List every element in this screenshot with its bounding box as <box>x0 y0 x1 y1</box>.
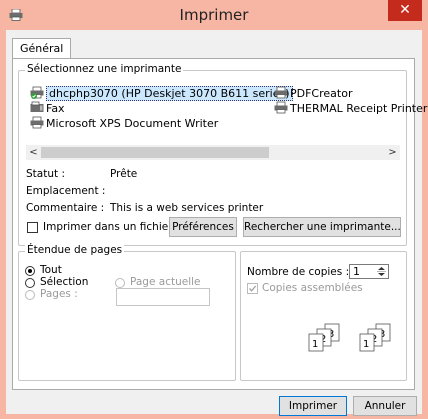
printer-selection-label: Sélectionnez une imprimante <box>25 63 184 75</box>
window-title: Imprimer <box>179 6 249 24</box>
radio-pages[interactable] <box>25 290 35 300</box>
radio-current-page-label: Page actuelle <box>130 276 201 288</box>
radio-selected-dot <box>28 269 32 273</box>
location-label: Emplacement : <box>26 185 106 197</box>
print-button[interactable]: Imprimer <box>279 396 347 416</box>
printer-name: Fax <box>46 102 65 115</box>
default-printer-icon <box>30 86 44 99</box>
printer-item-thermal[interactable]: THERMAL Receipt Printer <box>274 101 427 116</box>
print-to-file-label: Imprimer dans un fichier <box>43 221 173 233</box>
copies-label: Nombre de copies : <box>247 266 350 278</box>
printer-icon <box>274 101 288 114</box>
tab-page-general: Sélectionnez une imprimante dhcphp3070 (… <box>12 58 427 390</box>
collate-checkbox[interactable] <box>247 283 258 294</box>
fax-icon <box>30 101 44 112</box>
svg-text:1: 1 <box>312 339 318 350</box>
printer-item-hp[interactable]: dhcphp3070 (HP Deskjet 3070 B611 series) <box>30 86 293 101</box>
comment-label: Commentaire : <box>26 202 105 214</box>
cancel-button[interactable]: Annuler <box>353 396 417 416</box>
preferences-button[interactable]: Préférences <box>169 217 237 237</box>
printer-icon <box>30 116 44 129</box>
radio-pages-label: Pages : <box>40 288 78 300</box>
scrollbar-thumb[interactable] <box>41 147 269 158</box>
scroll-right-icon[interactable]: > <box>385 145 400 160</box>
copies-value: 1 <box>353 265 360 278</box>
svg-text:1: 1 <box>363 339 369 350</box>
pages-input[interactable] <box>116 288 210 306</box>
printer-list[interactable]: dhcphp3070 (HP Deskjet 3070 B611 series)… <box>26 83 427 143</box>
copies-group: Nombre de copies : 1 Copies assemblées 1… <box>240 251 407 381</box>
printer-item-xps[interactable]: Microsoft XPS Document Writer <box>30 116 218 131</box>
printer-name: Microsoft XPS Document Writer <box>46 117 219 130</box>
printer-item-fax[interactable]: Fax <box>30 101 65 116</box>
page-range-group: Étendue de pages Tout Sélection Page act… <box>18 244 236 381</box>
radio-selection[interactable] <box>25 278 35 288</box>
printer-item-pdfcreator[interactable]: PDFCreator <box>274 86 352 101</box>
collate-pages-icon: 3 2 1 3 2 1 <box>308 323 391 352</box>
collate-label: Copies assemblées <box>262 282 363 294</box>
status-value: Prête <box>110 168 138 180</box>
radio-current-page[interactable] <box>115 278 125 288</box>
printer-list-scrollbar[interactable]: < > <box>26 145 400 160</box>
radio-selection-label: Sélection <box>40 276 89 288</box>
spin-updown-icon[interactable] <box>377 266 386 277</box>
comment-value: This is a web services printer <box>110 202 264 214</box>
tab-general[interactable]: Général <box>12 38 72 59</box>
checkmark-icon <box>249 285 257 292</box>
dialog-client-area: Général Sélectionnez une imprimante dhcp… <box>6 30 427 416</box>
print-dialog: Imprimer ✕ Général Sélectionnez une impr… <box>0 0 428 419</box>
printer-name: dhcphp3070 (HP Deskjet 3070 B611 series) <box>46 86 293 101</box>
printer-icon <box>274 86 288 99</box>
page-range-label: Étendue de pages <box>25 244 125 256</box>
status-label: Statut : <box>26 168 65 180</box>
copies-spinner[interactable]: 1 <box>349 264 389 279</box>
printer-name: PDFCreator <box>290 87 353 100</box>
close-button[interactable]: ✕ <box>388 0 422 21</box>
radio-all-label: Tout <box>40 264 62 276</box>
printer-selection-group: Sélectionnez une imprimante dhcphp3070 (… <box>18 63 427 246</box>
printer-name: THERMAL Receipt Printer <box>290 102 428 115</box>
scroll-left-icon[interactable]: < <box>26 145 41 160</box>
title-bar[interactable]: Imprimer ✕ <box>0 0 428 30</box>
radio-all-pages[interactable] <box>25 266 35 276</box>
close-icon: ✕ <box>399 2 411 18</box>
find-printer-button[interactable]: Rechercher une imprimante... <box>243 217 401 237</box>
print-to-file-checkbox[interactable] <box>27 222 38 233</box>
